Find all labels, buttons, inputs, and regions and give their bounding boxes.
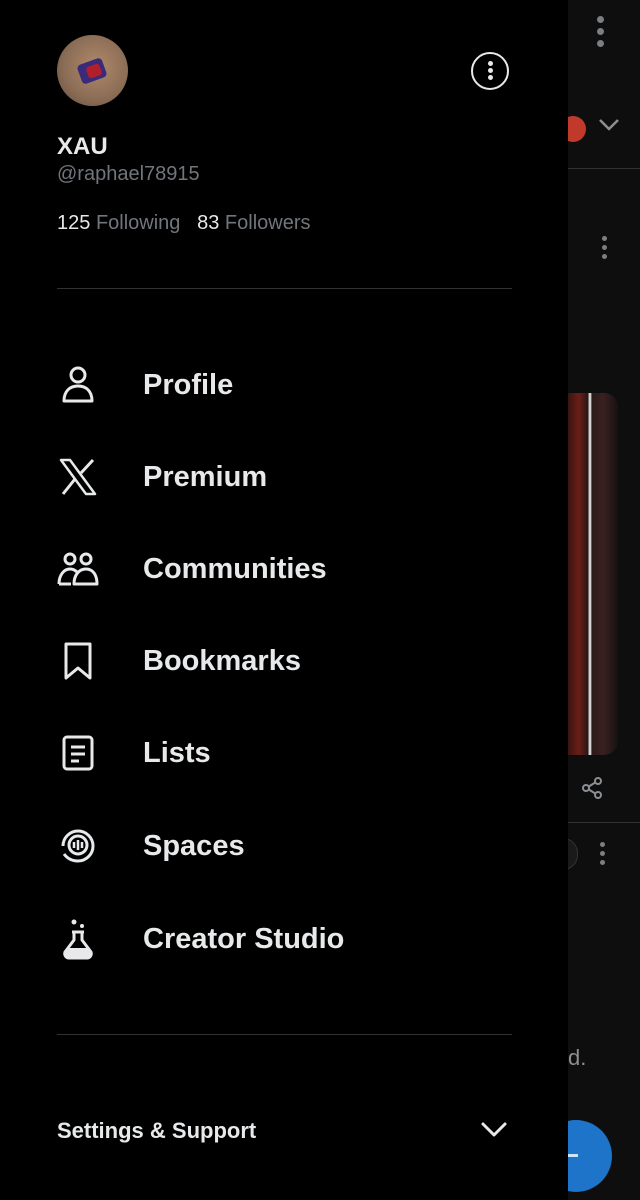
communities-icon	[56, 547, 100, 591]
followers-count: 83	[197, 212, 220, 234]
background-post-more-icon[interactable]	[598, 236, 610, 263]
x-logo-icon	[56, 455, 100, 499]
menu-item-spaces[interactable]: Spaces	[57, 816, 527, 876]
menu-item-profile[interactable]: Profile	[57, 355, 527, 415]
avatar[interactable]	[57, 35, 128, 106]
menu-item-label: Profile	[143, 368, 234, 401]
menu-item-label: Creator Studio	[143, 922, 345, 955]
settings-support-label: Settings & Support	[57, 1118, 257, 1143]
person-icon	[56, 363, 100, 407]
menu-item-premium[interactable]: Premium	[57, 447, 527, 507]
following-count: 125	[57, 212, 91, 234]
followers-label: Followers	[224, 212, 311, 234]
menu-item-label: Spaces	[143, 829, 245, 862]
menu-item-communities[interactable]: Communities	[57, 539, 527, 599]
menu-item-label: Communities	[143, 552, 327, 585]
background-share-icon[interactable]	[580, 776, 604, 800]
follow-stats: 125 Following 83 Followers	[57, 212, 310, 235]
settings-support-toggle[interactable]: Settings & Support	[57, 1106, 512, 1156]
menu-item-label: Premium	[143, 460, 268, 493]
menu-item-creator-studio[interactable]: Creator Studio	[57, 909, 527, 969]
following-label: Following	[95, 212, 181, 234]
list-icon	[56, 731, 100, 775]
spaces-icon	[56, 824, 100, 868]
menu-item-label: Lists	[143, 736, 211, 769]
background-divider	[568, 168, 640, 169]
divider	[57, 1034, 512, 1035]
background-chevron-down-icon[interactable]	[598, 118, 620, 132]
account-options-button[interactable]	[471, 52, 509, 90]
background-post-media[interactable]	[568, 393, 618, 755]
background-partial-text: d.	[568, 1045, 587, 1070]
display-name[interactable]: XAU	[57, 133, 108, 161]
following-link[interactable]: 125 Following	[57, 212, 180, 234]
flask-icon	[56, 917, 100, 961]
background-divider	[568, 822, 640, 823]
menu-item-bookmarks[interactable]: Bookmarks	[57, 631, 527, 691]
divider	[57, 288, 512, 289]
menu-item-label: Bookmarks	[143, 644, 301, 677]
navigation-drawer: XAU @raphael78915 125 Following 83 Follo…	[0, 0, 568, 1200]
bookmark-icon	[56, 639, 100, 683]
user-handle: @raphael78915	[57, 163, 200, 185]
menu-item-lists[interactable]: Lists	[57, 723, 527, 783]
background-more-icon[interactable]	[593, 16, 607, 56]
chevron-down-icon	[481, 1122, 507, 1137]
background-more-icon[interactable]	[600, 842, 610, 869]
followers-link[interactable]: 83 Followers	[197, 212, 310, 234]
